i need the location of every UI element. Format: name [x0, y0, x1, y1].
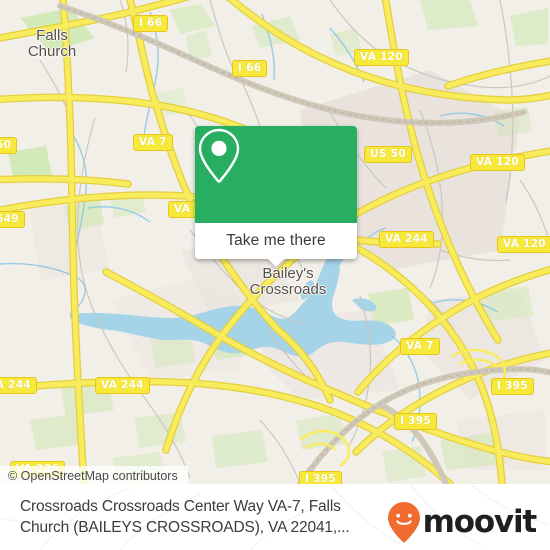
card-icon-area — [195, 126, 357, 223]
road-shield-va244-c: VA 244 — [0, 377, 37, 394]
road-shield-va7-a: VA 7 — [133, 134, 173, 151]
osm-attribution[interactable]: © OpenStreetMap contributors — [0, 466, 188, 484]
road-shield-va244-b: VA 244 — [95, 377, 150, 394]
road-shield-va120-a: VA 120 — [354, 49, 409, 66]
road-shield-i66-a: I 66 — [133, 15, 169, 32]
road-shield-va120-c: VA 120 — [497, 236, 550, 253]
location-caption: Crossroads Crossroads Center Way VA-7, F… — [20, 498, 350, 536]
card-action-area[interactable]: Take me there — [195, 223, 357, 267]
road-shield-va7-c: VA 7 — [400, 338, 440, 355]
place-label-baileys-crossroads: Bailey's Crossroads — [249, 265, 327, 298]
road-shield-i66-b: I 66 — [232, 60, 268, 77]
road-shield-i395-b: I 395 — [394, 413, 437, 430]
take-me-there-label: Take me there — [226, 232, 326, 249]
map-canvas[interactable]: Falls Church Bailey's Crossroads I 66 I … — [0, 0, 550, 484]
map-pin-icon — [198, 128, 240, 183]
moovit-logo[interactable]: moovit — [387, 501, 538, 543]
road-shield-va120-b: VA 120 — [470, 154, 525, 171]
road-shield-649: 649 — [0, 211, 25, 228]
moovit-smiling-pin-icon — [387, 502, 420, 543]
road-shield-50: 50 — [0, 137, 18, 154]
road-shield-i395-a: I 395 — [491, 378, 534, 395]
road-shield-va244-a: VA 244 — [379, 231, 434, 248]
take-me-there-card[interactable]: Take me there — [195, 126, 357, 267]
footer-bar: Crossroads Crossroads Center Way VA-7, F… — [0, 484, 550, 550]
card-pointer-tail — [267, 258, 285, 267]
road-shield-us50: US 50 — [364, 146, 412, 163]
place-label-falls-church: Falls Church — [27, 27, 77, 60]
road-shield-i395-c: I 395 — [299, 471, 342, 484]
moovit-wordmark: moovit — [422, 503, 538, 540]
map-screenshot: Falls Church Bailey's Crossroads I 66 I … — [0, 0, 550, 550]
